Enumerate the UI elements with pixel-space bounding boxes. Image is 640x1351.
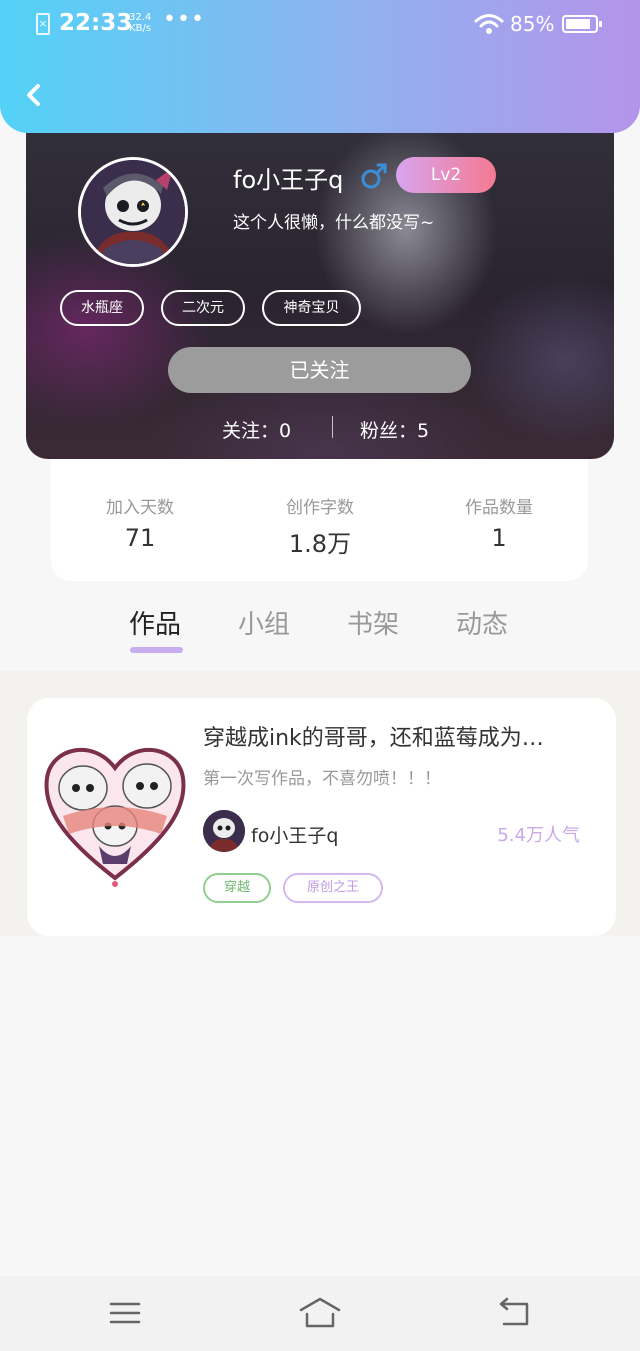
works-list: 穿越成ink的哥哥，还和蓝莓成为… 第一次写作品，不喜勿喷！！！ fo小王子q …: [0, 671, 640, 936]
stat-works-count: 作品数量 1: [424, 493, 574, 552]
stat-label: 创作字数: [286, 498, 354, 518]
profile-card: fo小王子q Lv2 这个人很懒，什么都没写~ 水瓶座 二次元 神奇宝贝 已关注…: [26, 120, 614, 459]
stat-label: 加入天数: [106, 498, 174, 518]
network-speed-unit: KB/s: [129, 23, 152, 34]
top-header: × 22:33 32.4 KB/s ••• 85%: [0, 0, 640, 133]
popularity-count: 5.4万人气: [497, 825, 580, 846]
active-tab-indicator: [130, 647, 183, 653]
work-description: 第一次写作品，不喜勿喷！！！: [203, 769, 441, 789]
fans-count[interactable]: 粉丝：5: [360, 416, 429, 443]
menu-icon[interactable]: [108, 1296, 142, 1330]
content-tabs: 作品 小组 书架 动态: [0, 600, 640, 670]
wifi-icon: [474, 14, 504, 34]
tab-bookshelf[interactable]: 书架: [347, 604, 399, 641]
more-notifications-icon: •••: [163, 7, 205, 32]
status-bar: × 22:33 32.4 KB/s ••• 85%: [0, 0, 640, 50]
author-avatar: [203, 810, 245, 852]
follow-button[interactable]: 已关注: [168, 347, 471, 393]
battery-level-fill: [566, 19, 590, 29]
work-cover-image: [44, 748, 186, 887]
system-nav-bar: [0, 1276, 640, 1351]
avatar[interactable]: [78, 157, 188, 267]
stat-value: 71: [124, 524, 156, 552]
username: fo小王子q: [233, 166, 344, 194]
home-icon[interactable]: [298, 1296, 342, 1330]
network-speed-value: 32.4: [129, 12, 152, 23]
work-card[interactable]: 穿越成ink的哥哥，还和蓝莓成为… 第一次写作品，不喜勿喷！！！ fo小王子q …: [27, 698, 616, 936]
user-tag[interactable]: 神奇宝贝: [262, 290, 361, 326]
status-time: 22:33: [59, 10, 133, 36]
work-title: 穿越成ink的哥哥，还和蓝莓成为…: [203, 726, 544, 751]
follow-stats: 关注：0 粉丝：5: [26, 414, 614, 444]
tab-groups[interactable]: 小组: [238, 604, 290, 641]
stat-join-days: 加入天数 71: [65, 493, 215, 552]
stat-label: 作品数量: [465, 498, 533, 518]
user-tag[interactable]: 二次元: [161, 290, 245, 326]
following-count[interactable]: 关注：0: [222, 416, 291, 443]
author-avatar-image: [203, 810, 245, 852]
male-icon: [361, 163, 387, 189]
work-tag[interactable]: 穿越: [203, 873, 271, 903]
sim-card-x-icon: ×: [36, 13, 50, 35]
work-tag[interactable]: 原创之王: [283, 873, 383, 903]
tab-activity[interactable]: 动态: [456, 604, 508, 641]
level-badge: Lv2: [396, 157, 496, 193]
back-arrow-icon[interactable]: [496, 1296, 532, 1330]
battery-icon: [562, 15, 602, 33]
back-button[interactable]: [20, 80, 48, 110]
network-speed: 32.4 KB/s: [129, 12, 151, 34]
stat-value: 1.8万: [288, 530, 352, 558]
user-tag[interactable]: 水瓶座: [60, 290, 144, 326]
tab-works[interactable]: 作品: [129, 604, 181, 641]
stat-value: 1: [491, 524, 507, 552]
stat-word-count: 创作字数 1.8万: [245, 493, 395, 559]
battery-percent: 85%: [510, 12, 555, 36]
stats-divider: [332, 416, 333, 438]
user-bio: 这个人很懒，什么都没写~: [233, 213, 435, 233]
avatar-image: [81, 160, 185, 264]
stats-panel: 加入天数 71 创作字数 1.8万 作品数量 1: [51, 440, 588, 581]
author-name: fo小王子q: [251, 825, 339, 847]
